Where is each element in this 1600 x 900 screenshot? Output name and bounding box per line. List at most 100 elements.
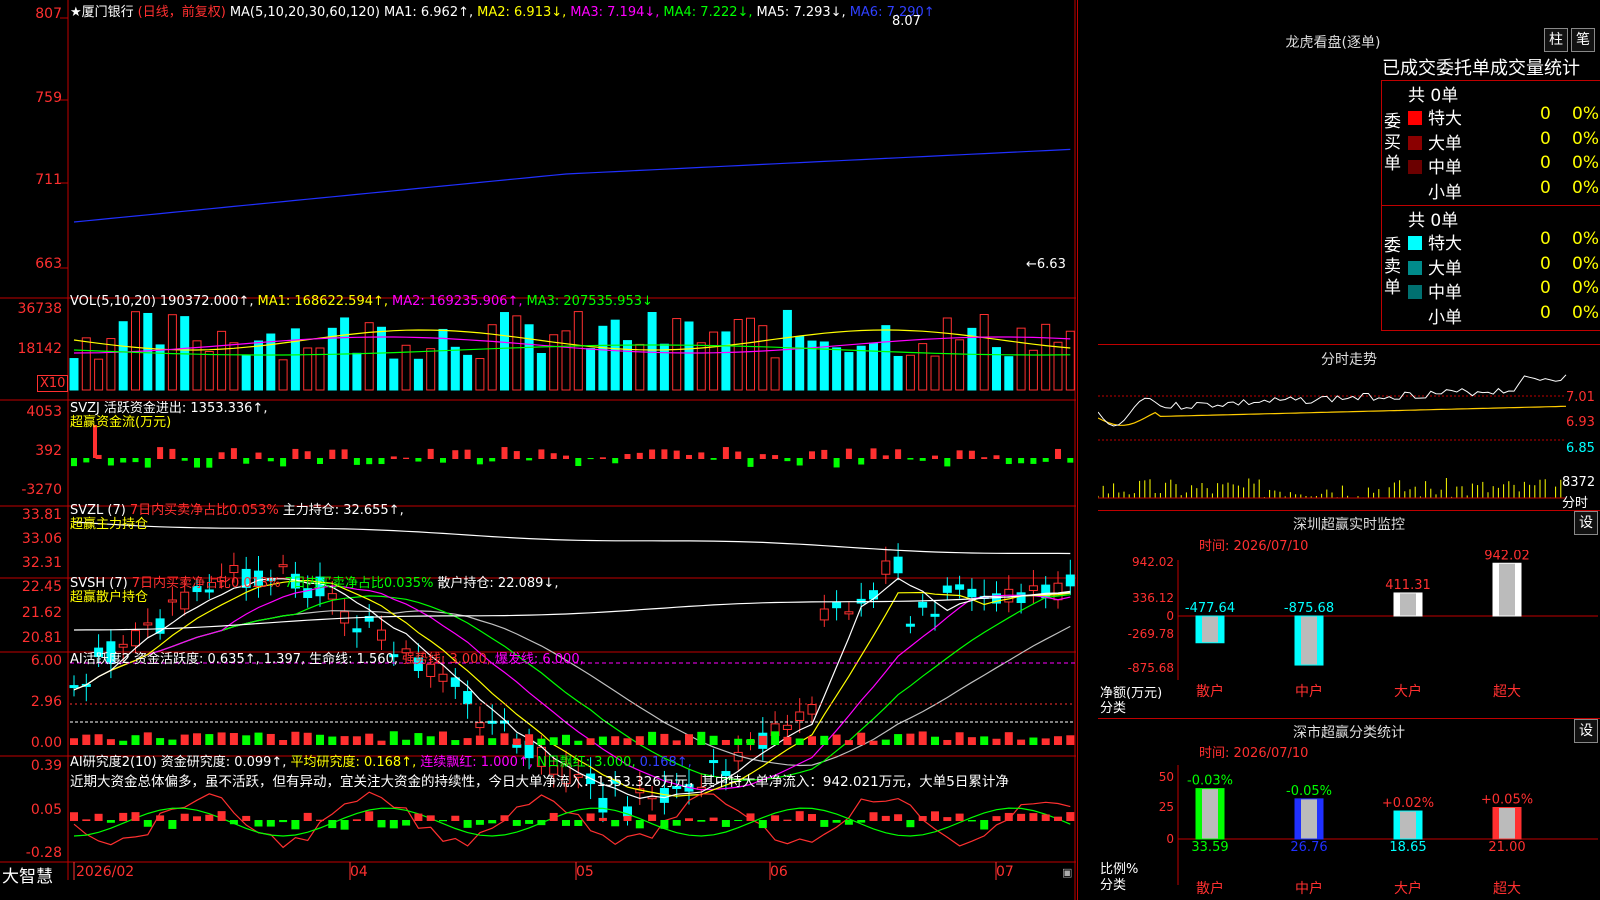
activity-bar xyxy=(279,740,288,745)
research-bar xyxy=(967,820,976,822)
lock-icon[interactable]: ▣ xyxy=(1062,866,1072,879)
volume-bar xyxy=(869,342,878,391)
fund-flow-bar xyxy=(292,448,299,459)
research-bar xyxy=(500,815,509,821)
svzj-tick--3270: -3270 xyxy=(21,482,62,498)
volume-bar xyxy=(709,331,719,391)
sell-total: 共 0单 xyxy=(1408,211,1459,231)
volume-bar xyxy=(229,342,239,391)
volume-bar xyxy=(586,348,596,391)
research-bar xyxy=(992,816,1001,821)
sz-class-settings-button[interactable]: 设 xyxy=(1574,719,1598,743)
intraday-divider xyxy=(1098,344,1600,345)
fund-flow-bar xyxy=(427,448,434,459)
volume-bar xyxy=(992,347,1001,391)
fund-flow-bar xyxy=(550,453,557,459)
sell-qty: 0 xyxy=(1540,229,1551,249)
fund-flow-bar xyxy=(956,450,963,459)
fund-flow-bar xyxy=(845,448,852,459)
candle-body xyxy=(512,744,522,748)
volume-bar xyxy=(955,339,965,391)
volume-bar xyxy=(536,353,546,391)
intraday-chart-svg[interactable] xyxy=(1098,370,1600,520)
fund-flow-bar xyxy=(747,458,754,467)
svzl-sub: 超赢主力持仓 xyxy=(70,517,149,532)
price-tick-807: 807 xyxy=(35,6,62,22)
volume-bar xyxy=(413,358,423,391)
activity-bar xyxy=(967,737,976,745)
fund-flow-bar xyxy=(1042,458,1049,462)
fund-flow-bar xyxy=(317,458,323,464)
volume-bar xyxy=(450,346,460,391)
volume-bar xyxy=(672,318,682,391)
chart-category-label: 散户 xyxy=(1196,683,1224,700)
sell-pct: 0% xyxy=(1572,253,1599,274)
sell-row: 中单 xyxy=(1408,278,1462,303)
ai-active-header: AI活跃度2 资金活跃度: 0.635↑, 1.397, 生命线: 1.560, 强势线… xyxy=(70,648,588,667)
chart-value-label: 942.02 xyxy=(1484,550,1530,563)
research-bar xyxy=(229,820,238,825)
pen-view-button[interactable]: 笔 xyxy=(1571,28,1595,52)
sz-class-ratio-chart[interactable]: 7550250-0.03%33.59散户-0.05%26.76中户+0.02%1… xyxy=(1098,755,1600,900)
period-mode[interactable]: (日线，前复权) xyxy=(138,5,226,20)
sell-pct: 0% xyxy=(1572,302,1599,323)
activity-bar xyxy=(512,738,521,745)
activity-bar xyxy=(832,734,841,745)
vol-ma1: MA1: 168622.594↑, xyxy=(257,294,389,309)
candle-body xyxy=(1065,574,1075,587)
research-bar xyxy=(894,814,903,821)
chart-ratio-label: 21.00 xyxy=(1488,840,1525,855)
activity-bar xyxy=(500,733,509,745)
ai-active-c: 生命线: 1.560, xyxy=(309,652,398,667)
chart-value-label: +0.02% xyxy=(1382,796,1434,811)
sz-class-title: 深市超赢分类统计 xyxy=(1293,725,1405,741)
research-bar xyxy=(648,814,657,821)
intraday-vol-unit: 分时 xyxy=(1562,496,1589,511)
volume-bar xyxy=(389,358,399,391)
vol-unit-x10: X10 xyxy=(37,375,69,392)
research-bar xyxy=(525,820,534,824)
fund-flow-bar xyxy=(169,448,176,459)
sz-monitor-settings-button[interactable]: 设 xyxy=(1574,511,1598,535)
activity-bar xyxy=(242,735,251,745)
activity-bar xyxy=(1004,732,1013,745)
ma4-value: MA4: 7.222↓, xyxy=(663,5,753,20)
sz-net-amount-chart[interactable]: 942.02 336.12 0 -269.78 -875.68 -477.64 散户 -875… xyxy=(1098,550,1600,710)
chart-value-label: 411.31 xyxy=(1385,578,1431,593)
app-logo[interactable]: 大智慧 xyxy=(2,862,53,887)
x-axis-label-may: 05 xyxy=(576,864,594,880)
activity-bar xyxy=(254,732,263,745)
volume-bar xyxy=(598,325,608,391)
volume-bar xyxy=(69,358,79,391)
svsh-ratio1: 7日内买卖净占比0.013% xyxy=(131,576,281,591)
activity-bar xyxy=(119,740,128,745)
svzj-sub: 超赢资金流(万元) xyxy=(70,415,172,430)
volume-bar xyxy=(155,344,165,391)
bar-view-button[interactable]: 柱 xyxy=(1544,28,1568,52)
fund-flow-bar xyxy=(1055,448,1061,459)
research-bar xyxy=(660,820,669,829)
research-bar xyxy=(180,813,189,821)
chart-ratio-label: 26.76 xyxy=(1290,840,1327,855)
chart-category-label: 大户 xyxy=(1394,683,1422,700)
activity-bar xyxy=(352,736,361,745)
chart-bar-edge xyxy=(1515,563,1521,616)
stock-name[interactable]: ★厦门银行 xyxy=(70,5,134,20)
fund-flow-bar xyxy=(476,458,483,465)
fund-flow-bar xyxy=(1067,458,1074,463)
activity-bar xyxy=(906,733,915,745)
activity-bar xyxy=(918,731,927,745)
chart-value-label: -477.64 xyxy=(1185,601,1235,616)
research-bar xyxy=(1004,812,1013,821)
chart-bar-edge xyxy=(1394,811,1400,839)
ai-research-e: 0.168↑, xyxy=(639,755,692,770)
research-bar xyxy=(266,820,275,827)
activity-bar xyxy=(340,736,349,745)
research-bar xyxy=(254,820,263,827)
candle-body xyxy=(69,685,79,689)
svsh-ratio2: 7日内买卖净占比0.035% xyxy=(284,576,434,591)
volume-bar xyxy=(881,325,891,391)
fund-flow-bar xyxy=(390,456,397,459)
research-bar xyxy=(611,820,620,827)
volume-bar xyxy=(610,319,620,391)
